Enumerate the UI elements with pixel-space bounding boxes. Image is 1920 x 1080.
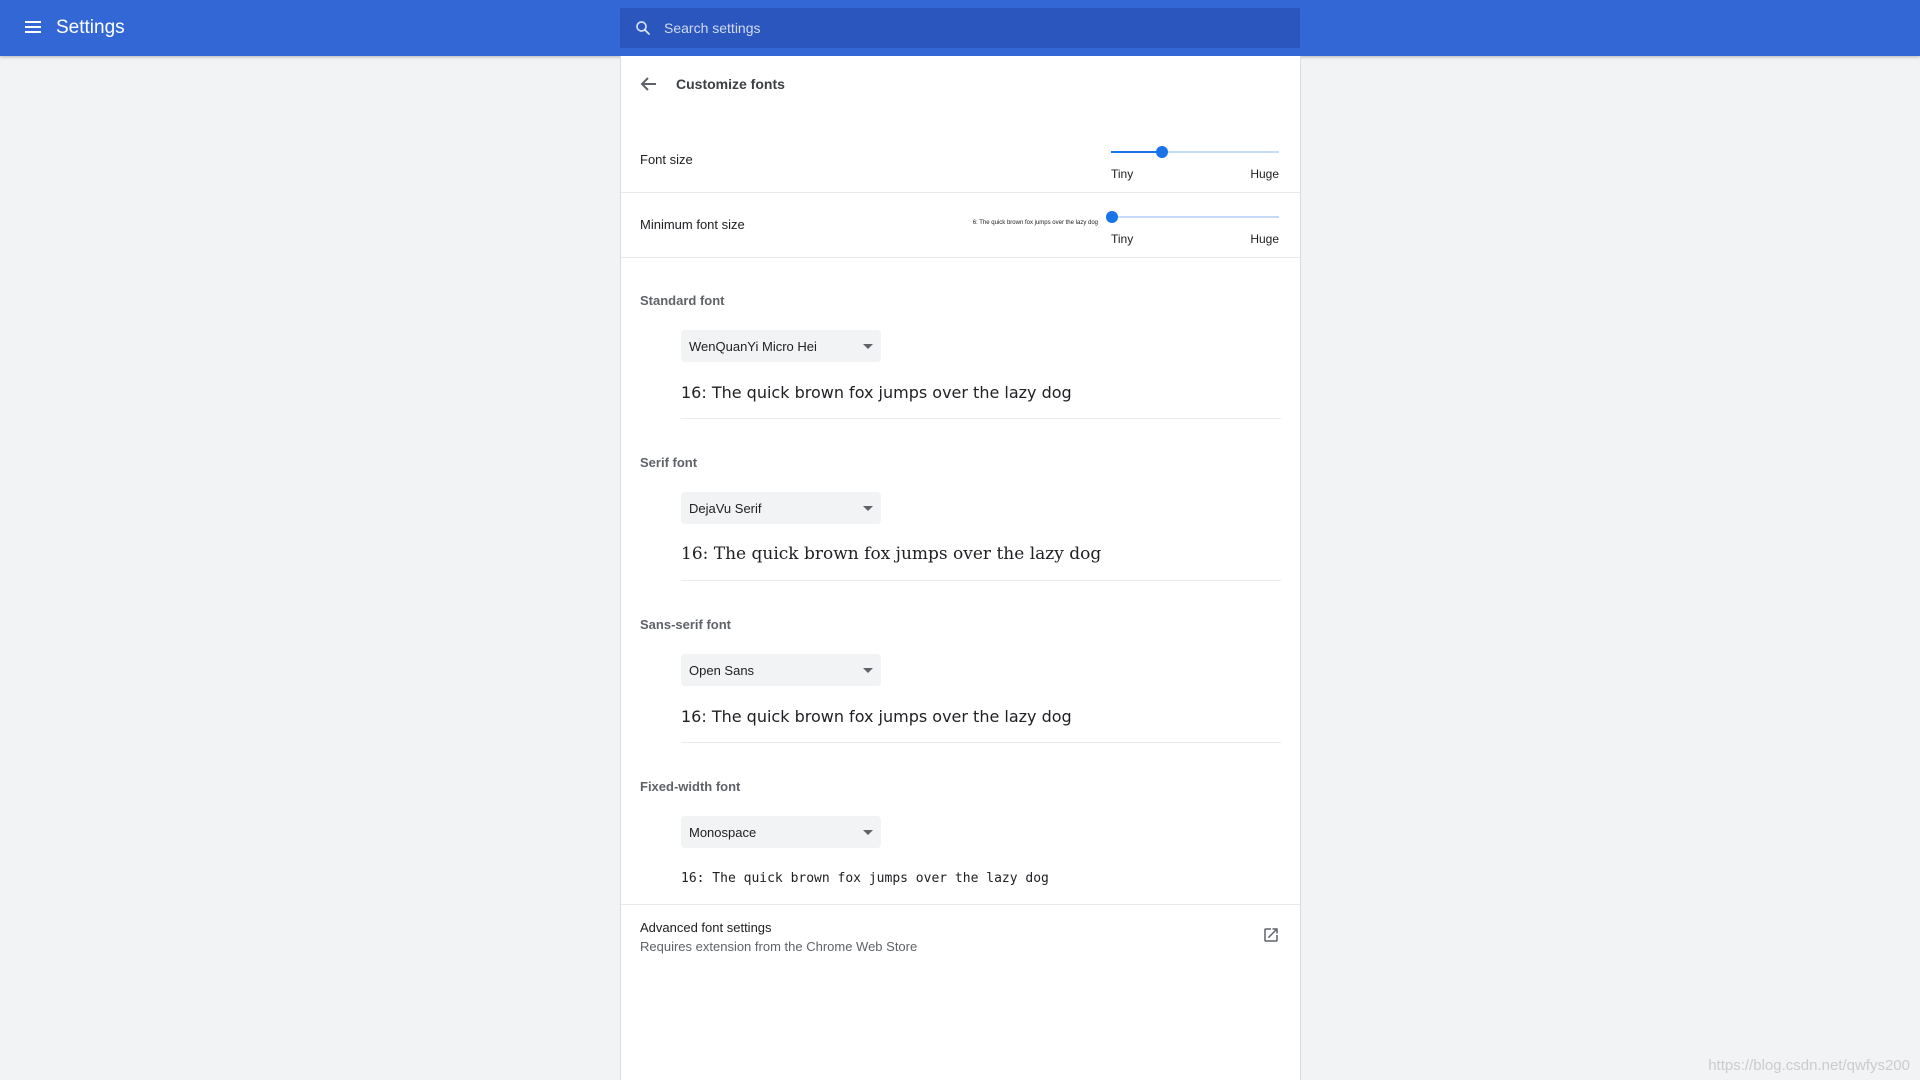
search-box[interactable] bbox=[620, 8, 1300, 48]
slider-fill bbox=[1111, 151, 1161, 153]
app-title: Settings bbox=[56, 17, 125, 38]
open-in-new-icon[interactable] bbox=[1262, 926, 1280, 944]
serif-font-select[interactable]: DejaVu Serif bbox=[681, 492, 881, 524]
font-size-label: Font size bbox=[640, 152, 693, 167]
minimum-font-size-slider[interactable]: Tiny Huge bbox=[1106, 209, 1281, 249]
slider-knob[interactable] bbox=[1156, 146, 1168, 158]
dropdown-caret-icon bbox=[863, 506, 873, 511]
fixed-width-font-select[interactable]: Monospace bbox=[681, 816, 881, 848]
fixed-width-font-sample: 16: The quick brown fox jumps over the l… bbox=[681, 871, 1049, 886]
standard-font-title: Standard font bbox=[640, 293, 725, 308]
minimum-font-size-label: Minimum font size bbox=[640, 217, 745, 232]
advanced-font-settings-link[interactable]: Advanced font settings Requires extensio… bbox=[621, 904, 1300, 964]
subpage-title: Customize fonts bbox=[676, 76, 785, 92]
slider-max-label: Huge bbox=[1250, 167, 1279, 181]
toolbar: Settings bbox=[0, 0, 1920, 56]
standard-font-sample: 16: The quick brown fox jumps over the l… bbox=[681, 383, 1072, 402]
select-value: Open Sans bbox=[689, 663, 755, 678]
select-value: WenQuanYi Micro Hei bbox=[689, 339, 817, 354]
divider bbox=[681, 742, 1281, 743]
divider bbox=[621, 257, 1300, 258]
slider-knob[interactable] bbox=[1106, 211, 1118, 223]
dropdown-caret-icon bbox=[863, 344, 873, 349]
menu-icon[interactable] bbox=[22, 17, 46, 39]
select-value: DejaVu Serif bbox=[689, 501, 762, 516]
minimum-font-size-sample: 6: The quick brown fox jumps over the la… bbox=[972, 220, 1098, 226]
dropdown-caret-icon bbox=[863, 830, 873, 835]
select-value: Monospace bbox=[689, 825, 757, 840]
sans-serif-font-sample: 16: The quick brown fox jumps over the l… bbox=[681, 707, 1072, 726]
slider-max-label: Huge bbox=[1250, 232, 1279, 246]
sans-serif-font-title: Sans-serif font bbox=[640, 617, 732, 632]
search-icon bbox=[636, 21, 650, 35]
slider-track bbox=[1111, 216, 1279, 218]
subpage-header: Customize fonts bbox=[621, 56, 1300, 112]
advanced-font-settings-subtitle: Requires extension from the Chrome Web S… bbox=[640, 939, 918, 954]
arrow-back-icon[interactable] bbox=[637, 72, 661, 96]
advanced-font-settings-title: Advanced font settings bbox=[640, 920, 772, 935]
fixed-width-font-title: Fixed-width font bbox=[640, 779, 741, 794]
sans-serif-font-select[interactable]: Open Sans bbox=[681, 654, 881, 686]
divider bbox=[681, 580, 1281, 581]
divider bbox=[621, 192, 1300, 193]
settings-card: Customize fonts Font size Tiny Huge Mini… bbox=[620, 56, 1301, 1080]
slider-min-label: Tiny bbox=[1111, 232, 1134, 246]
search-input[interactable] bbox=[664, 8, 1284, 48]
serif-font-title: Serif font bbox=[640, 455, 698, 470]
serif-font-sample: 16: The quick brown fox jumps over the l… bbox=[681, 544, 1102, 564]
slider-min-label: Tiny bbox=[1111, 167, 1134, 181]
watermark: https://blog.csdn.net/qwfys200 bbox=[1708, 1057, 1910, 1074]
dropdown-caret-icon bbox=[863, 668, 873, 673]
font-size-slider[interactable]: Tiny Huge bbox=[1111, 144, 1281, 184]
standard-font-select[interactable]: WenQuanYi Micro Hei bbox=[681, 330, 881, 362]
divider bbox=[681, 418, 1281, 419]
